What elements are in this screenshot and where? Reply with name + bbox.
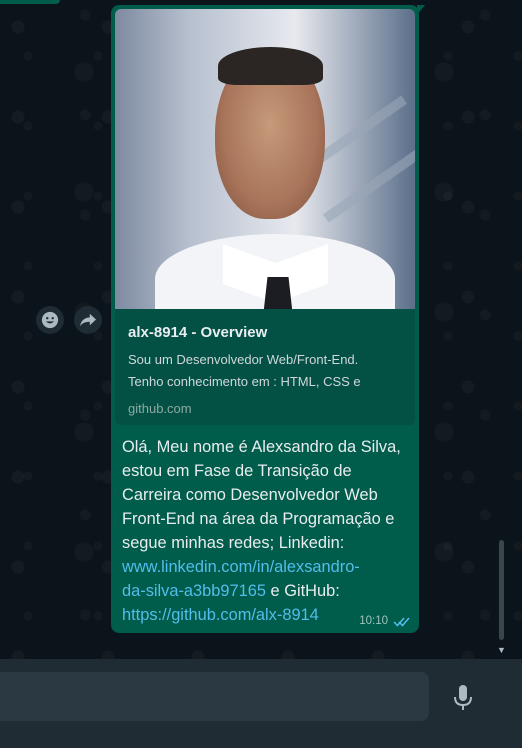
message-text: Olá, Meu nome é Alexsandro da Silva, est… bbox=[122, 435, 412, 627]
double-check-icon bbox=[393, 616, 411, 627]
chat-scrollbar[interactable] bbox=[499, 540, 504, 640]
message-body: Olá, Meu nome é Alexsandro da Silva, est… bbox=[122, 438, 401, 552]
microphone-icon bbox=[454, 685, 472, 710]
react-emoji-button[interactable] bbox=[36, 306, 64, 334]
previous-message-edge bbox=[0, 0, 60, 4]
smiley-icon bbox=[41, 311, 59, 329]
github-link[interactable]: https://github.com/alx-8914 bbox=[122, 606, 319, 624]
voice-message-button[interactable] bbox=[448, 681, 478, 715]
message-input[interactable] bbox=[0, 672, 429, 721]
bubble-tail bbox=[417, 5, 425, 15]
scroll-down-arrow-icon[interactable]: ▼ bbox=[497, 645, 506, 655]
link-preview-host: github.com bbox=[128, 401, 192, 416]
link-preview-card[interactable]: alx-8914 - Overview Sou um Desenvolvedor… bbox=[115, 9, 415, 425]
forward-arrow-icon bbox=[80, 313, 96, 327]
link-preview-title: alx-8914 - Overview bbox=[128, 324, 268, 341]
outgoing-message-bubble[interactable]: alx-8914 - Overview Sou um Desenvolvedor… bbox=[111, 5, 425, 633]
link-preview-description-line1: Sou um Desenvolvedor Web/Front-End. bbox=[128, 352, 359, 367]
message-connector: e GitHub: bbox=[265, 582, 340, 600]
forward-button[interactable] bbox=[74, 306, 102, 334]
message-meta: 10:10 bbox=[359, 615, 411, 627]
message-composer bbox=[0, 659, 522, 748]
link-preview-description-line2: Tenho conhecimento em : HTML, CSS e bbox=[128, 374, 361, 389]
message-time: 10:10 bbox=[359, 615, 388, 627]
link-preview-image bbox=[115, 9, 415, 309]
